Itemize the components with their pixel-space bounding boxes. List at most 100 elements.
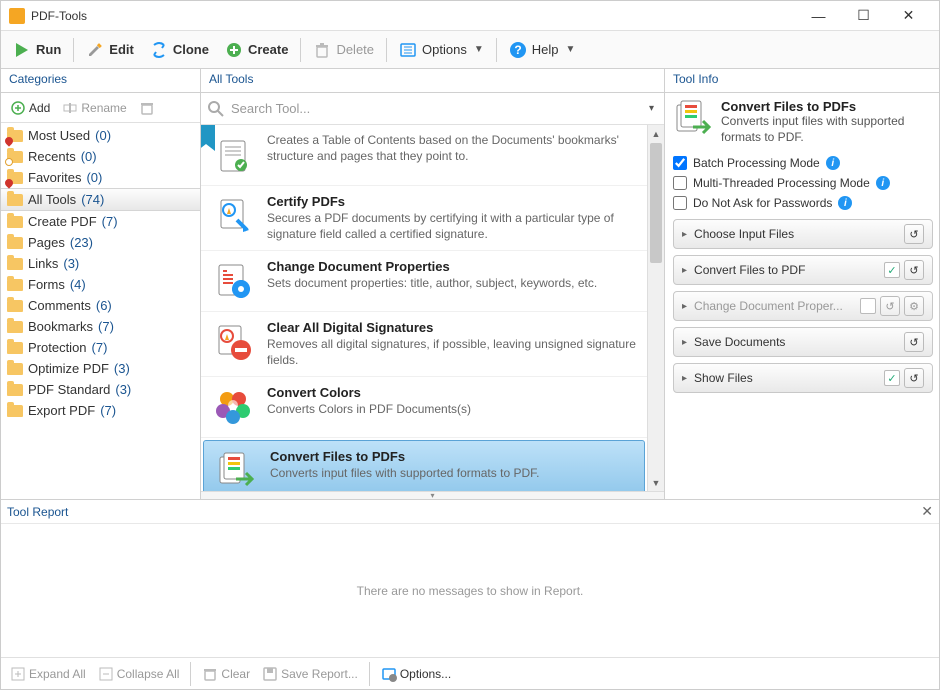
- ribbon-icon: [201, 125, 215, 151]
- batch-label: Batch Processing Mode: [693, 156, 820, 170]
- report-options-button[interactable]: Options...: [376, 663, 456, 685]
- trash-icon: [313, 41, 331, 59]
- search-input[interactable]: [231, 101, 645, 116]
- workflow-step[interactable]: ▸Save Documents↺: [673, 327, 933, 357]
- workflow-step[interactable]: ▸Convert Files to PDF✓↺: [673, 255, 933, 285]
- step-enable-checkbox[interactable]: ✓: [884, 370, 900, 386]
- splitter-handle[interactable]: ▾: [201, 491, 664, 499]
- nopass-checkbox[interactable]: [673, 196, 687, 210]
- step-enable-checkbox[interactable]: [860, 298, 876, 314]
- category-item[interactable]: Protection (7): [1, 337, 200, 358]
- category-count: (23): [70, 235, 93, 250]
- help-button[interactable]: ? Help ▼: [501, 37, 584, 63]
- clone-button[interactable]: Clone: [142, 37, 217, 63]
- plus-circle-icon: [10, 100, 26, 116]
- scroll-down-icon[interactable]: ▼: [648, 474, 664, 491]
- step-reset-button[interactable]: ↺: [904, 260, 924, 280]
- run-button[interactable]: Run: [5, 37, 69, 63]
- collapse-all-button[interactable]: Collapse All: [93, 663, 185, 685]
- category-item[interactable]: Favorites (0): [1, 167, 200, 188]
- rename-category-button[interactable]: Rename: [57, 97, 131, 119]
- collapse-icon: [98, 666, 114, 682]
- tool-title: Clear All Digital Signatures: [267, 320, 637, 335]
- category-item[interactable]: Optimize PDF (3): [1, 358, 200, 379]
- tool-title: Convert Colors: [267, 385, 637, 400]
- scrollbar[interactable]: ▲ ▼: [647, 125, 664, 491]
- category-item[interactable]: Forms (4): [1, 274, 200, 295]
- category-item[interactable]: Pages (23): [1, 232, 200, 253]
- scroll-up-icon[interactable]: ▲: [648, 125, 664, 142]
- category-item[interactable]: Links (3): [1, 253, 200, 274]
- clone-icon: [150, 41, 168, 59]
- workflow-step[interactable]: ▸Show Files✓↺: [673, 363, 933, 393]
- workflow-step[interactable]: ▸Change Document Proper...↺⚙: [673, 291, 933, 321]
- category-count: (7): [98, 319, 114, 334]
- delete-category-button[interactable]: [134, 97, 160, 119]
- category-label: Export PDF: [28, 403, 95, 418]
- maximize-button[interactable]: ☐: [841, 2, 886, 30]
- category-count: (3): [63, 256, 79, 271]
- tool-item[interactable]: Certify PDFsSecures a PDF documents by c…: [201, 186, 647, 251]
- category-item[interactable]: Recents (0): [1, 146, 200, 167]
- close-button[interactable]: ✕: [886, 2, 931, 30]
- category-label: Protection: [28, 340, 87, 355]
- step-label: Convert Files to PDF: [694, 263, 880, 277]
- edit-button[interactable]: Edit: [78, 37, 142, 63]
- trash-icon: [202, 666, 218, 682]
- category-item[interactable]: All Tools (74): [1, 188, 200, 211]
- info-icon[interactable]: i: [876, 176, 890, 190]
- chevron-down-icon: ▼: [474, 44, 484, 55]
- save-report-button[interactable]: Save Report...: [257, 663, 363, 685]
- category-item[interactable]: Bookmarks (7): [1, 316, 200, 337]
- batch-checkbox[interactable]: [673, 156, 687, 170]
- category-item[interactable]: Create PDF (7): [1, 211, 200, 232]
- options-icon: [381, 666, 397, 682]
- folder-icon: [7, 193, 23, 207]
- options-button[interactable]: Options ▼: [391, 37, 492, 63]
- step-settings-button[interactable]: ⚙: [904, 296, 924, 316]
- create-button[interactable]: Create: [217, 37, 296, 63]
- chevron-right-icon: ▸: [682, 301, 687, 312]
- search-dropdown-button[interactable]: ▾: [645, 103, 658, 114]
- add-category-button[interactable]: Add: [5, 97, 55, 119]
- toolinfo-panel: Convert Files to PDFs Converts input fil…: [665, 93, 939, 399]
- category-label: Pages: [28, 235, 65, 250]
- clear-report-button[interactable]: Clear: [197, 663, 255, 685]
- category-item[interactable]: PDF Standard (3): [1, 379, 200, 400]
- category-count: (7): [100, 403, 116, 418]
- category-item[interactable]: Comments (6): [1, 295, 200, 316]
- step-reset-button[interactable]: ↺: [880, 296, 900, 316]
- category-count: (3): [114, 361, 130, 376]
- category-item[interactable]: Most Used (0): [1, 125, 200, 146]
- folder-icon: [7, 404, 23, 418]
- info-icon[interactable]: i: [838, 196, 852, 210]
- minimize-button[interactable]: —: [796, 2, 841, 30]
- tool-item[interactable]: Change Document PropertiesSets document …: [201, 251, 647, 312]
- svg-text:?: ?: [514, 43, 521, 57]
- multithread-checkbox[interactable]: [673, 176, 687, 190]
- tool-item[interactable]: Creates a Table of Contents based on the…: [201, 125, 647, 186]
- workflow-step[interactable]: ▸Choose Input Files↺: [673, 219, 933, 249]
- category-label: Comments: [28, 298, 91, 313]
- step-reset-button[interactable]: ↺: [904, 332, 924, 352]
- category-item[interactable]: Export PDF (7): [1, 400, 200, 421]
- delete-button[interactable]: Delete: [305, 37, 382, 63]
- step-reset-button[interactable]: ↺: [904, 368, 924, 388]
- run-icon: [13, 41, 31, 59]
- alltools-header: All Tools: [201, 69, 664, 93]
- step-reset-button[interactable]: ↺: [904, 224, 924, 244]
- scroll-thumb[interactable]: [650, 143, 662, 263]
- expand-all-button[interactable]: Expand All: [5, 663, 91, 685]
- tool-item[interactable]: Clear All Digital SignaturesRemoves all …: [201, 312, 647, 377]
- info-icon[interactable]: i: [826, 156, 840, 170]
- report-close-button[interactable]: ✕: [921, 503, 933, 520]
- tool-item[interactable]: Convert Files to PDFsConverts input file…: [203, 440, 645, 491]
- folder-icon: [7, 150, 23, 164]
- step-enable-checkbox[interactable]: ✓: [884, 262, 900, 278]
- nopass-label: Do Not Ask for Passwords: [693, 196, 832, 210]
- category-label: Favorites: [28, 170, 81, 185]
- chevron-right-icon: ▸: [682, 373, 687, 384]
- tools-list[interactable]: Creates a Table of Contents based on the…: [201, 125, 664, 491]
- category-count: (0): [81, 149, 97, 164]
- tool-item[interactable]: Convert ColorsConverts Colors in PDF Doc…: [201, 377, 647, 438]
